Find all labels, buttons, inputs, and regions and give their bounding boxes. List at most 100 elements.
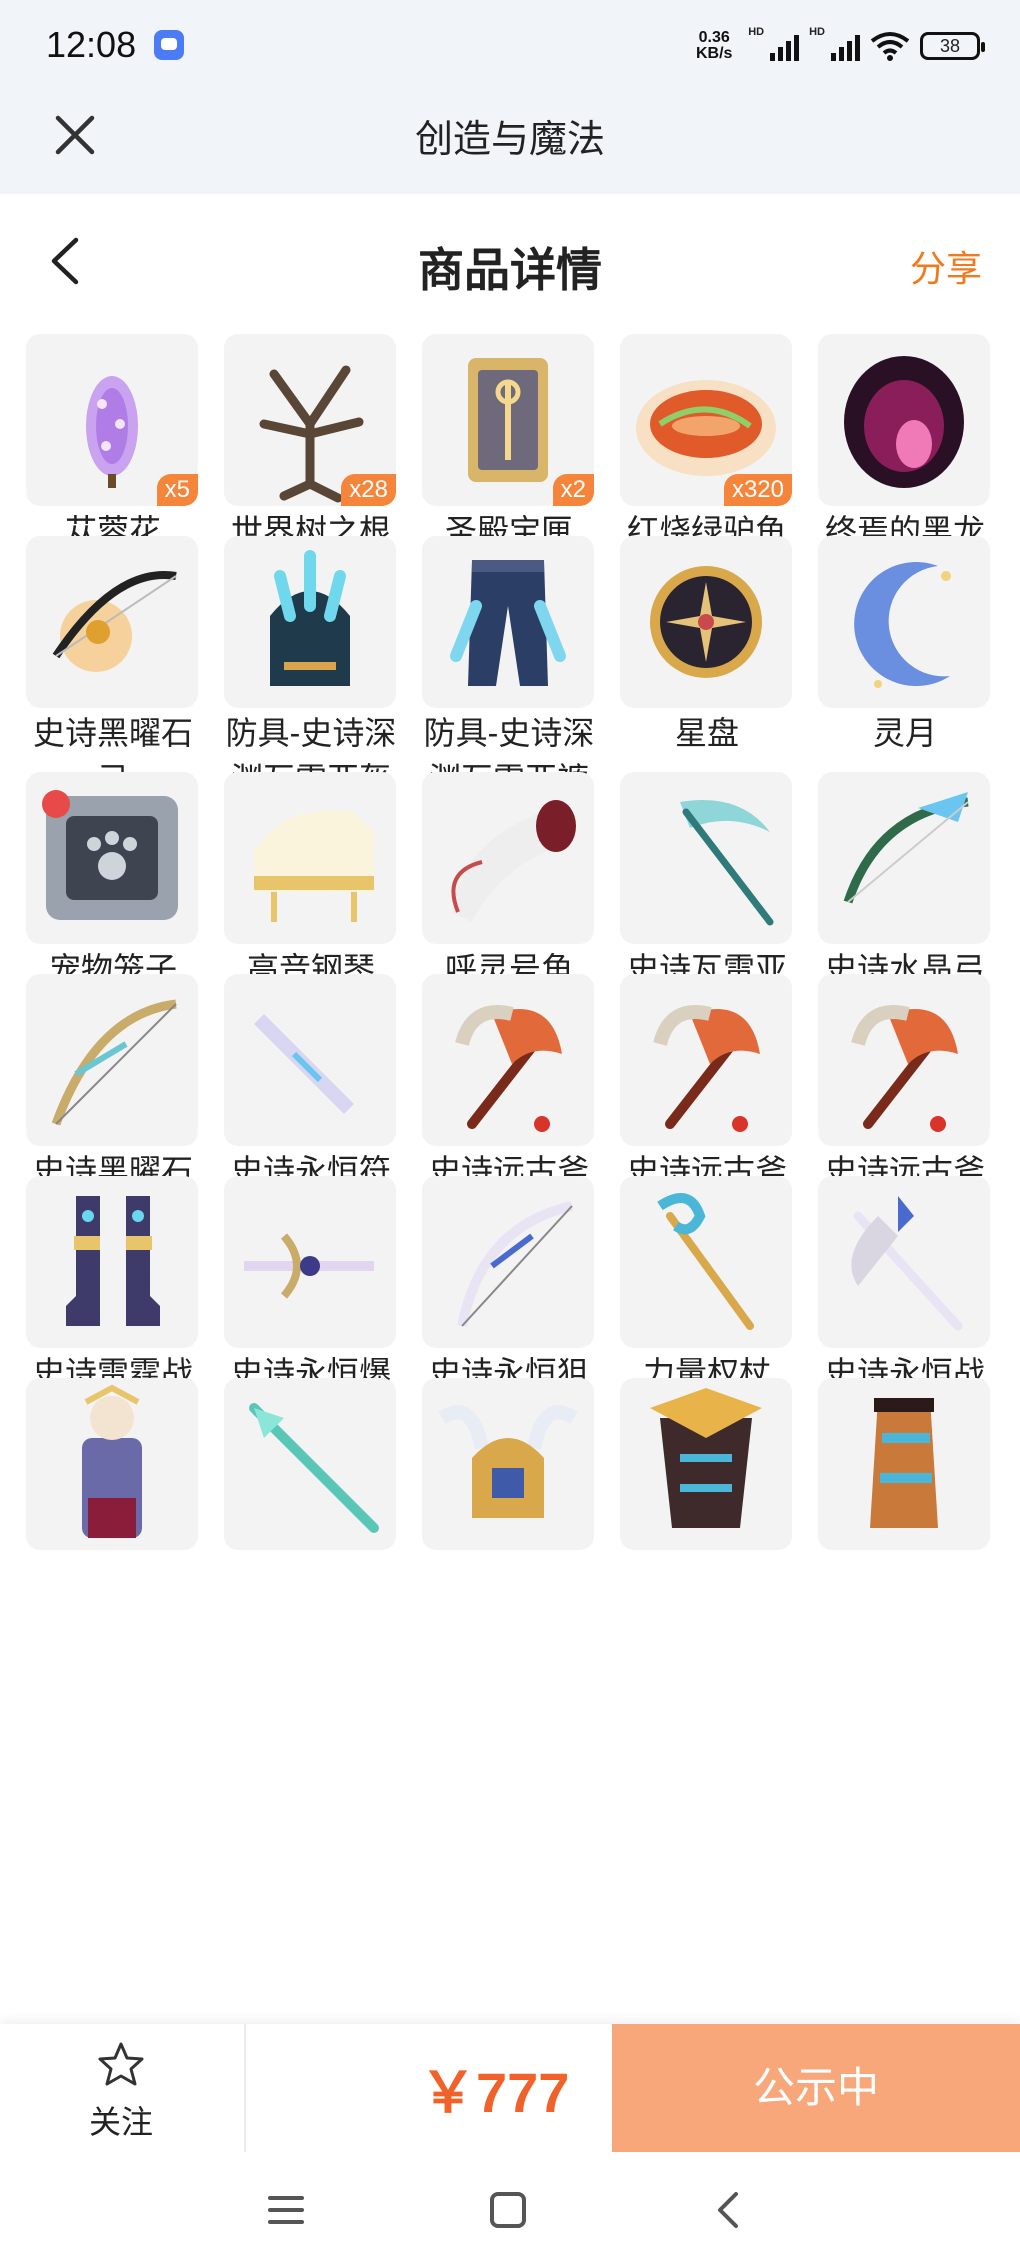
signal-icon xyxy=(770,31,800,61)
battery-icon: 38 xyxy=(920,32,985,60)
item-thumbnail xyxy=(224,772,396,944)
item-card[interactable]: 防具-史诗深渊瓦雷亚裤 xyxy=(422,536,596,802)
item-thumbnail: x2 xyxy=(422,334,594,506)
item-card[interactable]: x2 圣殿宝匣 xyxy=(422,334,596,554)
item-card[interactable]: 史诗远古斧 xyxy=(818,974,992,1194)
item-card[interactable]: 高音钢琴 xyxy=(224,772,398,992)
item-name: 灵月 xyxy=(872,715,937,751)
item-card[interactable]: x320 红烧绿驴鱼 xyxy=(620,334,794,554)
item-thumbnail xyxy=(620,974,792,1146)
crystal-bow-icon xyxy=(843,792,969,904)
piano-icon xyxy=(254,810,374,922)
item-thumbnail xyxy=(620,1176,792,1348)
item-card[interactable]: 星盘 xyxy=(620,536,794,756)
eternal-bow-icon xyxy=(457,1201,574,1327)
item-grid: x5苁蓉花x28世界树之根x2圣殿宝匣x320红烧绿驴鱼终焉的黑龙蛋史诗黑曜石弓… xyxy=(26,334,1000,2024)
network-speed: 0.36 KB/s xyxy=(690,30,738,62)
item-thumbnail xyxy=(422,772,594,944)
item-thumbnail xyxy=(818,334,990,506)
item-card[interactable] xyxy=(224,1378,398,1550)
price: ￥777 xyxy=(420,2061,570,2124)
item-thumbnail xyxy=(26,974,198,1146)
item-thumbnail xyxy=(620,1378,792,1550)
pharaoh-armor-icon xyxy=(650,1388,762,1528)
item-thumbnail: x28 xyxy=(224,334,396,506)
hd-icon: HD xyxy=(748,26,765,38)
boots-icon xyxy=(66,1196,160,1326)
item-thumbnail xyxy=(818,1378,990,1550)
astrolabe-icon xyxy=(650,566,762,678)
scythe-icon xyxy=(680,800,774,926)
item-thumbnail xyxy=(26,1176,198,1348)
item-thumbnail xyxy=(422,974,594,1146)
menu-icon[interactable] xyxy=(256,2180,316,2240)
armor-outfit-icon xyxy=(82,1384,142,1538)
bracer-icon xyxy=(870,1398,938,1528)
horn-icon xyxy=(451,800,576,922)
item-thumbnail xyxy=(224,974,396,1146)
axe-icon xyxy=(851,1005,958,1132)
item-card[interactable]: 呼灵号角 xyxy=(422,772,596,992)
item-card[interactable] xyxy=(422,1378,596,1550)
home-icon[interactable] xyxy=(478,2180,538,2240)
hd-icon-2: HD xyxy=(809,26,825,38)
page-title: 商品详情 xyxy=(418,244,602,296)
quantity-badge: x320 xyxy=(723,474,792,506)
item-thumbnail xyxy=(422,536,594,708)
item-name: 星盘 xyxy=(674,715,739,751)
follow-button[interactable]: 关注 xyxy=(66,2040,176,2143)
system-nav-bar xyxy=(0,2152,1020,2267)
network-speed-value: 0.36 xyxy=(698,29,730,46)
pants-icon xyxy=(450,560,566,686)
item-thumbnail xyxy=(26,772,198,944)
item-card[interactable]: 史诗远古斧 xyxy=(620,974,794,1194)
app-bar: 创造与魔法 xyxy=(0,92,1020,194)
dragon-egg-icon xyxy=(844,356,964,488)
axe-icon xyxy=(653,1005,760,1132)
item-card[interactable]: 灵月 xyxy=(818,536,992,756)
item-thumbnail xyxy=(818,772,990,944)
crossbow-icon xyxy=(244,1233,374,1299)
item-thumbnail xyxy=(818,1176,990,1348)
item-card[interactable]: 史诗水晶弓 xyxy=(818,772,992,992)
item-thumbnail xyxy=(224,536,396,708)
item-card[interactable]: 史诗远古斧 xyxy=(422,974,596,1194)
quantity-badge: x2 xyxy=(552,474,594,506)
item-card[interactable]: x5 苁蓉花 xyxy=(26,334,200,554)
item-card[interactable] xyxy=(26,1378,200,1550)
spear-icon xyxy=(249,1403,379,1533)
app-title: 创造与魔法 xyxy=(414,119,605,161)
sniper-bow-icon xyxy=(51,999,177,1126)
item-card[interactable] xyxy=(818,1378,992,1550)
bottom-action-bar: 关注 ￥777 公示中 xyxy=(0,2024,1020,2152)
publicity-status-button[interactable]: 公示中 xyxy=(612,2024,1020,2152)
nav-back-icon[interactable] xyxy=(700,2180,760,2240)
item-thumbnail xyxy=(224,1378,396,1550)
item-card[interactable] xyxy=(620,1378,794,1550)
quantity-badge: x5 xyxy=(156,474,198,506)
item-thumbnail: x320 xyxy=(620,334,792,506)
signal-icon-2 xyxy=(831,31,860,61)
item-card[interactable]: 力量权杖 xyxy=(620,1176,794,1396)
item-thumbnail: x5 xyxy=(26,334,198,506)
rune-sword-icon xyxy=(254,1014,354,1114)
item-thumbnail xyxy=(224,1176,396,1348)
battle-axe-icon xyxy=(851,1196,963,1331)
item-card[interactable]: 史诗黑曜石弓 xyxy=(26,536,200,802)
moon-icon xyxy=(854,562,951,688)
item-thumbnail xyxy=(620,772,792,944)
winged-helmet-icon xyxy=(438,1405,578,1518)
item-card[interactable]: 防具-史诗深渊瓦雷亚盔 xyxy=(224,536,398,802)
item-card[interactable]: x28 世界树之根 xyxy=(224,334,398,554)
item-thumbnail xyxy=(422,1176,594,1348)
divider xyxy=(244,2024,246,2152)
bow-icon xyxy=(52,571,177,672)
share-button[interactable]: 分享 xyxy=(910,240,982,292)
status-bar: 12:08 0.36 KB/s HD HD 38 xyxy=(0,0,1020,92)
page-header: 商品详情 分享 xyxy=(0,194,1020,324)
item-thumbnail xyxy=(818,974,990,1146)
axe-icon xyxy=(455,1005,562,1132)
item-thumbnail xyxy=(620,536,792,708)
status-indicators: 0.36 KB/s HD HD 38 xyxy=(690,26,985,66)
star-icon xyxy=(98,2042,144,2086)
